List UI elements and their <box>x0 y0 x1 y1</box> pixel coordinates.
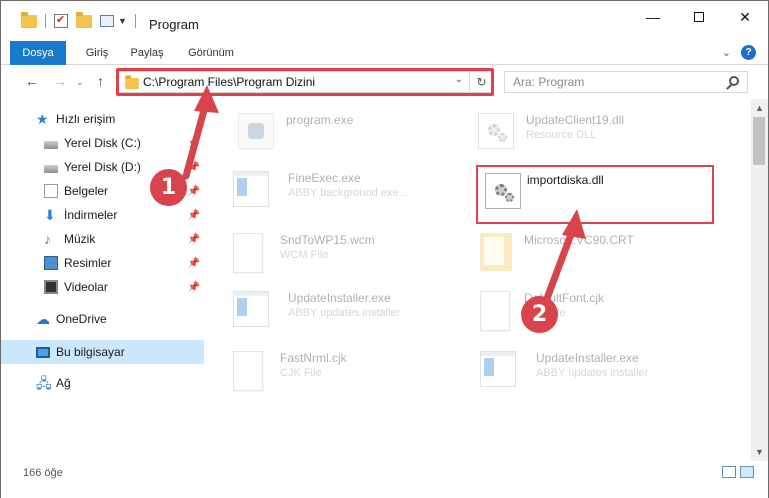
step-2-badge: 2 <box>521 296 558 333</box>
status-bar: 166 öğe <box>1 461 768 498</box>
annotation-arrows <box>182 85 586 305</box>
view-switcher <box>722 466 754 478</box>
explorer-window: ▼ Program — ✕ Dosya Giriş Paylaş Görünüm… <box>0 0 769 498</box>
scroll-up-icon[interactable]: ▲ <box>755 103 764 113</box>
scroll-down-icon[interactable]: ▼ <box>755 447 764 457</box>
arrow-2 <box>542 225 577 305</box>
vertical-scrollbar[interactable]: ▲ ▼ <box>751 99 768 461</box>
arrow-1 <box>182 99 210 180</box>
details-view-icon[interactable] <box>722 466 736 478</box>
item-count: 166 öğe <box>23 467 63 479</box>
arrow-2-head <box>562 209 586 239</box>
tiles-view-icon[interactable] <box>740 466 754 478</box>
arrow-1-head <box>194 85 219 113</box>
scroll-thumb[interactable] <box>753 117 765 165</box>
step-1-badge: 1 <box>150 169 187 206</box>
